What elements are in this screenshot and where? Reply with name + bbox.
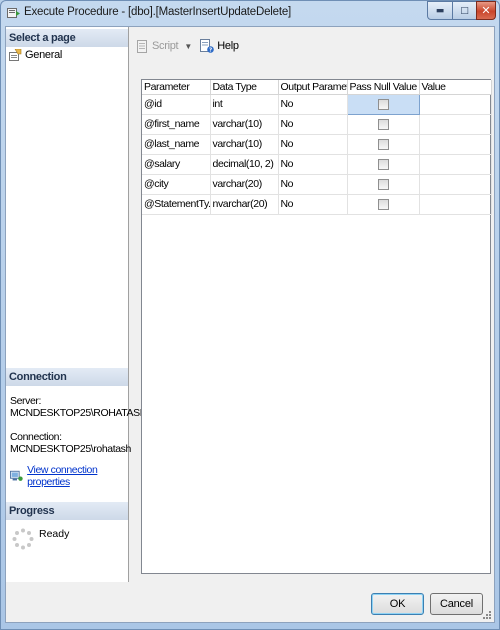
- connection-header: Connection: [6, 368, 128, 386]
- server-label: Server:: [10, 395, 42, 407]
- table-row[interactable]: @salary decimal(10, 2) No: [142, 154, 492, 175]
- data-type-cell: varchar(10): [210, 114, 279, 135]
- output-parameter-cell: No: [278, 114, 348, 135]
- parameter-cell: @salary: [142, 154, 211, 175]
- data-type-cell: varchar(10): [210, 134, 279, 155]
- table-row[interactable]: @city varchar(20) No: [142, 174, 492, 195]
- view-connection-properties-link[interactable]: View connection properties: [10, 464, 128, 488]
- progress-status: Ready: [39, 528, 70, 540]
- help-label: Help: [217, 40, 239, 52]
- pass-null-checkbox[interactable]: [377, 158, 389, 170]
- parameter-cell: @StatementTy...: [142, 194, 211, 215]
- output-parameter-cell: No: [278, 194, 348, 215]
- pass-null-checkbox[interactable]: [377, 178, 389, 190]
- cancel-button[interactable]: Cancel: [430, 593, 483, 615]
- value-cell[interactable]: [419, 154, 492, 175]
- dialog-content: Select a page General Connection Server:…: [5, 26, 495, 623]
- help-button[interactable]: ? Help: [200, 39, 239, 53]
- help-icon: ?: [200, 39, 215, 53]
- pass-null-value-cell[interactable]: [347, 134, 420, 155]
- pass-null-checkbox[interactable]: [377, 98, 389, 110]
- output-parameter-cell: No: [278, 154, 348, 175]
- pass-null-checkbox[interactable]: [377, 138, 389, 150]
- column-header-data-type[interactable]: Data Type: [210, 80, 279, 95]
- value-cell[interactable]: [419, 114, 492, 135]
- left-pane: Select a page General Connection Server:…: [6, 27, 147, 582]
- output-parameter-cell: No: [278, 134, 348, 155]
- pass-null-value-cell[interactable]: [346, 93, 420, 115]
- execute-procedure-icon: [7, 8, 20, 18]
- table-row[interactable]: @last_name varchar(10) No: [142, 134, 492, 155]
- parameter-cell: @first_name: [142, 114, 211, 135]
- title-bar[interactable]: Execute Procedure - [dbo].[MasterInsertU…: [1, 1, 499, 25]
- value-cell[interactable]: [419, 134, 492, 155]
- toolbar: Script ▼ ? Help: [136, 36, 239, 56]
- grid-header-row: Parameter Data Type Output Parameter Pas…: [142, 80, 492, 95]
- progress-spinner-icon: [12, 528, 34, 550]
- pass-null-checkbox[interactable]: [377, 118, 389, 130]
- properties-page-icon: [9, 49, 22, 61]
- pass-null-checkbox[interactable]: [377, 198, 389, 210]
- parameter-cell: @id: [142, 94, 211, 115]
- column-header-output-parameter[interactable]: Output Parameter: [278, 80, 348, 95]
- value-cell[interactable]: [419, 174, 492, 195]
- connection-value: MCNDESKTOP25\rohatash: [10, 443, 131, 455]
- page-item-label: General: [25, 49, 63, 61]
- resize-grip-icon[interactable]: [482, 610, 492, 620]
- maximize-icon: □: [460, 5, 469, 16]
- data-type-cell: int: [210, 94, 279, 115]
- table-row[interactable]: @StatementTy... nvarchar(20) No: [142, 194, 492, 215]
- pass-null-value-cell[interactable]: [347, 174, 420, 195]
- table-row[interactable]: @id int No: [142, 93, 492, 115]
- script-button[interactable]: Script: [136, 39, 179, 53]
- minimize-button[interactable]: ▬: [427, 1, 453, 20]
- server-value: MCNDESKTOP25\ROHATASH: [10, 407, 147, 419]
- column-header-parameter[interactable]: Parameter: [142, 80, 211, 95]
- parameters-grid: Parameter Data Type Output Parameter Pas…: [141, 79, 492, 574]
- data-type-cell: nvarchar(20): [210, 194, 279, 215]
- pass-null-value-cell[interactable]: [347, 194, 420, 215]
- parameter-cell: @last_name: [142, 134, 211, 155]
- close-button[interactable]: ✕: [476, 1, 496, 20]
- value-cell[interactable]: [419, 194, 492, 215]
- pass-null-value-cell[interactable]: [347, 114, 420, 135]
- minimize-icon: ▬: [435, 5, 445, 16]
- progress-header: Progress: [6, 502, 128, 520]
- script-icon: [137, 39, 147, 53]
- parameter-cell: @city: [142, 174, 211, 195]
- right-pane: Script ▼ ? Help Parameter Data Type Outp…: [130, 27, 494, 582]
- maximize-button[interactable]: □: [452, 1, 477, 20]
- data-type-cell: varchar(20): [210, 174, 279, 195]
- view-connection-properties-label: View connection properties: [27, 464, 98, 488]
- close-icon: ✕: [481, 4, 491, 17]
- page-item-general[interactable]: General: [9, 48, 62, 62]
- output-parameter-cell: No: [278, 174, 348, 195]
- value-cell[interactable]: [419, 94, 492, 115]
- pass-null-value-cell[interactable]: [347, 154, 420, 175]
- execute-procedure-window: Execute Procedure - [dbo].[MasterInsertU…: [0, 0, 500, 630]
- script-label: Script: [152, 40, 179, 52]
- output-parameter-cell: No: [278, 94, 348, 115]
- connection-properties-icon: [10, 470, 23, 481]
- svg-text:?: ?: [209, 48, 212, 53]
- window-title: Execute Procedure - [dbo].[MasterInsertU…: [24, 6, 292, 18]
- column-header-pass-null-value[interactable]: Pass Null Value: [347, 80, 420, 95]
- ok-button[interactable]: OK: [371, 593, 424, 615]
- select-page-header: Select a page: [6, 29, 128, 47]
- data-type-cell: decimal(10, 2): [210, 154, 279, 175]
- script-dropdown-chevron-icon[interactable]: ▼: [184, 42, 192, 51]
- column-header-value[interactable]: Value: [419, 80, 492, 95]
- connection-label: Connection:: [10, 431, 62, 443]
- table-row[interactable]: @first_name varchar(10) No: [142, 114, 492, 135]
